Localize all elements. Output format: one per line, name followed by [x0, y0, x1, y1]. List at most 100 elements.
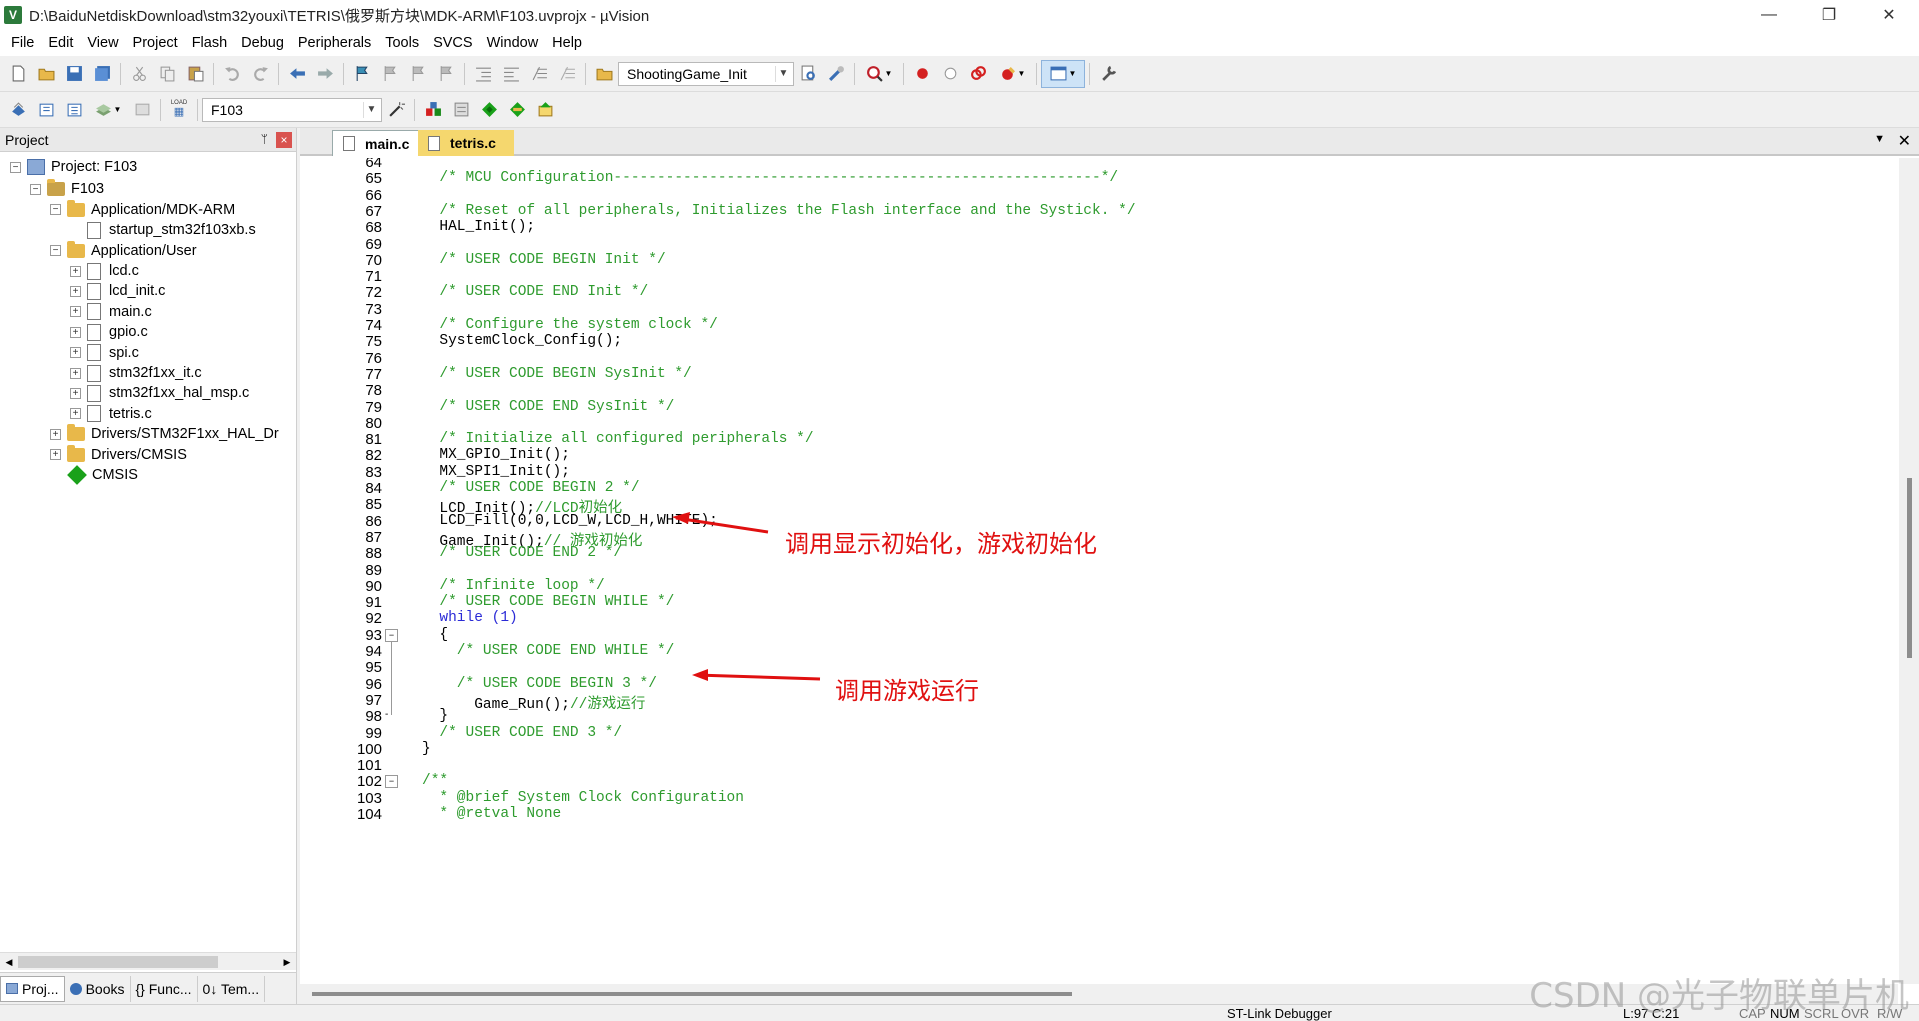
code-line[interactable]: MX_GPIO_Init();: [422, 447, 570, 463]
menu-tools[interactable]: Tools: [378, 35, 426, 51]
navigate-back-button[interactable]: [283, 60, 311, 88]
menu-debug[interactable]: Debug: [234, 35, 291, 51]
menu-window[interactable]: Window: [480, 35, 546, 51]
code-line[interactable]: LCD_Fill(0,0,LCD_W,LCD_H,WHITE);: [422, 513, 717, 529]
tab-project[interactable]: Proj...: [0, 975, 65, 1002]
code-line[interactable]: /* MCU Configuration--------------------…: [422, 170, 1118, 186]
select-packs-button[interactable]: [447, 96, 475, 124]
code-line[interactable]: /* USER CODE BEGIN WHILE */: [422, 594, 674, 610]
minimize-button[interactable]: —: [1739, 0, 1799, 30]
menu-peripherals[interactable]: Peripherals: [291, 35, 378, 51]
code-line[interactable]: /* USER CODE BEGIN Init */: [422, 252, 665, 268]
code-line[interactable]: }: [422, 741, 431, 757]
expand-icon[interactable]: +: [70, 387, 81, 399]
code-line[interactable]: /* Configure the system clock */: [422, 317, 717, 333]
code-line[interactable]: /* USER CODE BEGIN SysInit */: [422, 366, 691, 382]
code-line[interactable]: /* Reset of all peripherals, Initializes…: [422, 203, 1135, 219]
new-file-button[interactable]: [4, 60, 32, 88]
clear-bookmarks-button[interactable]: [432, 60, 460, 88]
code-line[interactable]: /* USER CODE END WHILE */: [422, 643, 675, 659]
code-line[interactable]: /* Infinite loop */: [422, 578, 604, 594]
scroll-thumb[interactable]: [312, 992, 1072, 996]
expand-icon[interactable]: +: [70, 347, 81, 359]
incremental-find-button[interactable]: [822, 60, 850, 88]
find-in-files-button[interactable]: [590, 60, 618, 88]
find-button[interactable]: [794, 60, 822, 88]
download-button[interactable]: LOAD ▦: [165, 96, 193, 124]
expand-icon[interactable]: +: [50, 428, 61, 440]
expand-icon[interactable]: +: [50, 449, 61, 461]
menu-flash[interactable]: Flash: [185, 35, 234, 51]
window-layout-button[interactable]: ▼: [1041, 59, 1085, 88]
navigate-forward-button[interactable]: [311, 60, 339, 88]
uncomment-button[interactable]: [553, 60, 581, 88]
save-button[interactable]: [60, 60, 88, 88]
manage-rte-button[interactable]: [475, 96, 503, 124]
kill-breakpoints-button[interactable]: ▼: [992, 60, 1032, 88]
manage-project-items-button[interactable]: [419, 96, 447, 124]
collapse-icon[interactable]: −: [30, 183, 41, 195]
close-tab-icon[interactable]: ✕: [1898, 131, 1911, 151]
code-line[interactable]: }: [422, 708, 448, 724]
close-window-button[interactable]: ✕: [1859, 0, 1919, 30]
target-combo[interactable]: F103 ▼: [202, 97, 382, 122]
scroll-right-icon[interactable]: ▶: [280, 955, 294, 969]
restore-button[interactable]: ❐: [1799, 0, 1859, 30]
expand-icon[interactable]: +: [70, 367, 81, 379]
code-line[interactable]: /* USER CODE END 3 */: [422, 725, 622, 741]
stop-build-button[interactable]: [128, 96, 156, 124]
code-line[interactable]: * @retval None: [422, 806, 561, 822]
editor-vertical-scrollbar[interactable]: [1899, 158, 1919, 984]
menu-project[interactable]: Project: [126, 35, 185, 51]
paste-button[interactable]: [181, 60, 209, 88]
expand-icon[interactable]: +: [70, 285, 81, 297]
target-options-button[interactable]: [382, 96, 410, 124]
cut-button[interactable]: [125, 60, 153, 88]
expand-icon[interactable]: +: [70, 306, 81, 318]
tab-templates[interactable]: 0↓ Tem...: [198, 975, 266, 1002]
expand-icon[interactable]: +: [70, 265, 81, 277]
translate-button[interactable]: [4, 96, 32, 124]
code-line[interactable]: /* Initialize all configured peripherals…: [422, 431, 813, 447]
code-line[interactable]: HAL_Init();: [422, 219, 535, 235]
function-combo[interactable]: ShootingGame_Init ▼: [618, 61, 794, 86]
menu-help[interactable]: Help: [545, 35, 589, 51]
code-line[interactable]: /* USER CODE END 2 */: [422, 545, 622, 561]
select-software-packs-button[interactable]: [531, 96, 559, 124]
code-view[interactable]: 64 65 /* MCU Configuration---------------…: [300, 158, 1898, 984]
code-line[interactable]: while (1): [422, 610, 517, 626]
redo-button[interactable]: [246, 60, 274, 88]
tab-books[interactable]: Books: [65, 975, 131, 1002]
tree-item[interactable]: CMSIS: [50, 463, 138, 487]
pin-icon[interactable]: ᛘ: [261, 132, 268, 146]
fold-collapse-icon[interactable]: −: [385, 775, 398, 789]
disable-all-breakpoints-button[interactable]: [964, 60, 992, 88]
tab-main-c[interactable]: main.c: [332, 130, 424, 156]
start-debug-button[interactable]: [908, 60, 936, 88]
close-icon[interactable]: ×: [276, 132, 292, 148]
scroll-thumb[interactable]: [18, 956, 218, 968]
disable-breakpoint-button[interactable]: [936, 60, 964, 88]
source-browser-button[interactable]: ▼: [859, 60, 899, 88]
prev-bookmark-button[interactable]: [376, 60, 404, 88]
tree-item[interactable]: − Project: F103: [10, 155, 137, 179]
code-line[interactable]: {: [422, 627, 448, 643]
expand-icon[interactable]: +: [70, 408, 81, 420]
menu-file[interactable]: File: [4, 35, 41, 51]
collapse-icon[interactable]: −: [50, 245, 61, 257]
code-line[interactable]: /* USER CODE BEGIN 3 */: [422, 676, 657, 692]
tab-list-dropdown-icon[interactable]: ▼: [1874, 133, 1885, 145]
pack-installer-button[interactable]: [503, 96, 531, 124]
code-line[interactable]: /* USER CODE END Init */: [422, 284, 648, 300]
fold-collapse-icon[interactable]: −: [385, 628, 398, 642]
save-all-button[interactable]: [88, 60, 116, 88]
undo-button[interactable]: [218, 60, 246, 88]
collapse-icon[interactable]: −: [50, 204, 61, 216]
code-line[interactable]: * @brief System Clock Configuration: [422, 790, 744, 806]
expand-icon[interactable]: +: [70, 326, 81, 338]
code-line[interactable]: MX_SPI1_Init();: [422, 464, 570, 480]
indent-button[interactable]: [469, 60, 497, 88]
rebuild-button[interactable]: [60, 96, 88, 124]
collapse-icon[interactable]: −: [10, 161, 21, 173]
copy-button[interactable]: [153, 60, 181, 88]
